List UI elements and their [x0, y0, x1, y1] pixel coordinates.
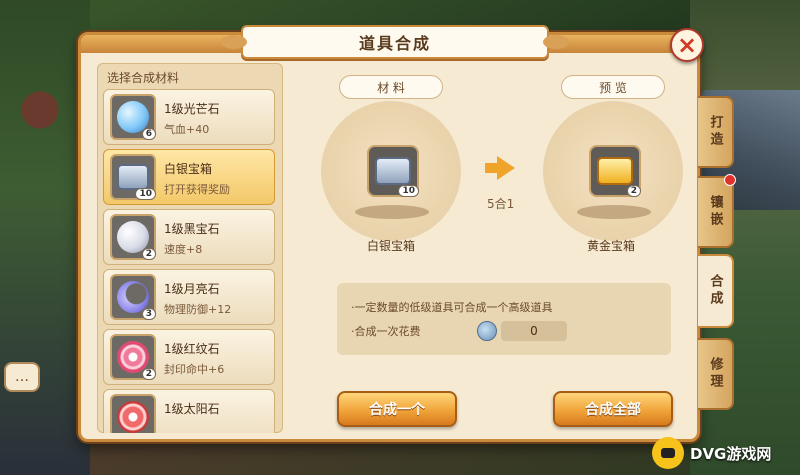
ratio-label: 5合1: [487, 197, 515, 211]
material-name: 白银宝箱: [367, 239, 416, 253]
item-qty: 2: [141, 248, 156, 260]
info-line-1: ·一定数量的低级道具可合成一个高级道具: [351, 301, 553, 314]
tab-label: 打造: [707, 115, 723, 149]
material-qty: 10: [398, 185, 419, 197]
list-item-taiyangshi[interactable]: 1级太阳石: [103, 389, 275, 433]
item-desc: 气血+40: [164, 123, 210, 136]
item-desc: 封印命中+6: [164, 363, 225, 376]
cost-value: 0: [501, 321, 567, 341]
preview-tag: 预 览: [561, 75, 665, 99]
result-slot[interactable]: 2: [589, 145, 641, 197]
watermark-logo-icon: [652, 437, 684, 469]
synthesize-one-button[interactable]: 合成一个: [337, 391, 457, 427]
close-icon: ×: [676, 31, 698, 59]
close-button[interactable]: ×: [670, 28, 704, 62]
item-desc: 物理防御+12: [164, 303, 232, 316]
material-list-title: 选择合成材料: [107, 71, 180, 85]
gold-chest-icon: [597, 157, 633, 185]
item-thumbnail: 2: [110, 334, 156, 380]
item-name: 1级黑宝石: [164, 222, 220, 236]
item-qty: 10: [135, 188, 156, 200]
item-name: 白银宝箱: [164, 162, 213, 176]
watermark: DVG游戏网: [652, 436, 796, 470]
item-thumbnail: [110, 394, 156, 433]
result-name: 黄金宝箱: [587, 239, 636, 253]
item-qty: 6: [141, 128, 156, 140]
result-qty: 2: [626, 185, 641, 197]
item-qty: 2: [141, 368, 156, 380]
material-slot[interactable]: 10: [367, 145, 419, 197]
list-item-hongwenshi[interactable]: 2 1级红纹石 封印命中+6: [103, 329, 275, 385]
silver-chest-icon: [375, 157, 411, 185]
list-item-heibaoshi[interactable]: 2 1级黑宝石 速度+8: [103, 209, 275, 265]
list-item-silver-chest[interactable]: 10 白银宝箱 打开获得奖励: [103, 149, 275, 205]
item-thumbnail: 3: [110, 274, 156, 320]
background-left-scenery: [0, 0, 90, 475]
title-plate: 道具合成: [221, 25, 569, 59]
silver-chest-icon: [117, 164, 149, 190]
silver-coin-icon: [477, 321, 497, 341]
info-line-2: ·合成一次花费: [351, 325, 421, 338]
tab-label: 修理: [707, 357, 723, 391]
item-name: 1级光芒石: [164, 102, 220, 116]
item-thumbnail: 6: [110, 94, 156, 140]
item-name: 1级红纹石: [164, 342, 220, 356]
material-list-panel: 选择合成材料 6 1级光芒石 气血+40 10 白银宝箱 打开获得奖励 2 1级…: [97, 63, 283, 433]
item-synthesis-dialog: 道具合成 选择合成材料 6 1级光芒石 气血+40 10 白银宝箱 打开获得奖励…: [78, 25, 700, 442]
list-item-yueliangshi[interactable]: 3 1级月亮石 物理防御+12: [103, 269, 275, 325]
material-tag: 材 料: [339, 75, 443, 99]
synthesize-all-button[interactable]: 合成全部: [553, 391, 673, 427]
list-item-guangmangshi[interactable]: 6 1级光芒石 气血+40: [103, 89, 275, 145]
item-desc: 打开获得奖励: [164, 183, 230, 196]
tab-repair[interactable]: 修理: [698, 338, 734, 410]
gem-icon: [117, 401, 149, 433]
tab-forge[interactable]: 打造: [698, 96, 734, 168]
watermark-text: DVG游戏网: [690, 444, 772, 463]
tab-synthesize[interactable]: 合成: [698, 254, 734, 328]
notification-dot: [724, 174, 736, 186]
material-shadow: [355, 205, 429, 219]
item-name: 1级月亮石: [164, 282, 220, 296]
item-desc: 速度+8: [164, 243, 203, 256]
tab-label: 合成: [707, 274, 723, 308]
tab-inlay[interactable]: 镶嵌: [698, 174, 736, 248]
arrow-right-icon: [497, 156, 515, 180]
item-qty: 3: [141, 308, 156, 320]
info-box: ·一定数量的低级道具可合成一个高级道具 ·合成一次花费 0: [337, 283, 671, 355]
item-thumbnail: 10: [110, 154, 156, 200]
chat-icon[interactable]: …: [4, 362, 40, 392]
item-thumbnail: 2: [110, 214, 156, 260]
tab-label: 镶嵌: [707, 195, 723, 229]
item-name: 1级太阳石: [164, 402, 220, 416]
dialog-title: 道具合成: [358, 34, 431, 53]
preview-shadow: [577, 205, 651, 219]
